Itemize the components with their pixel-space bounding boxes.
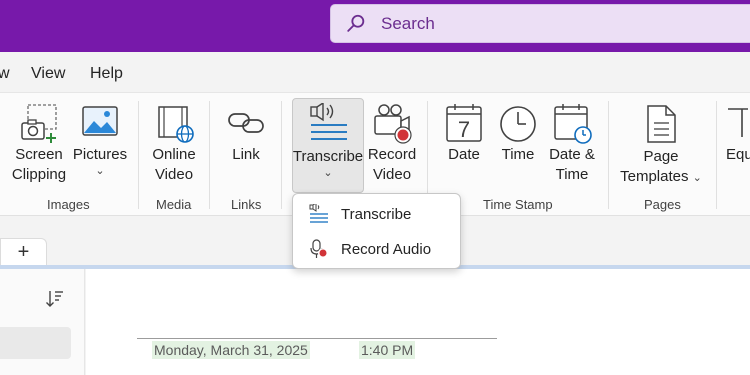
transcribe-label: Transcribe xyxy=(292,148,364,165)
clock-icon xyxy=(497,103,539,145)
screen-clipping-label-2: Clipping xyxy=(11,166,67,183)
screen-clipping-button[interactable]: Screen Clipping xyxy=(9,103,69,185)
chevron-down-icon: ⌄ xyxy=(692,172,702,184)
title-bar: Search xyxy=(0,0,750,52)
time-button[interactable]: Time xyxy=(496,103,540,165)
date-and-time-button[interactable]: Date & Time xyxy=(546,103,598,185)
group-label-links: Links xyxy=(231,197,262,212)
page-list-item-selected[interactable] xyxy=(0,327,71,359)
pictures-icon xyxy=(79,103,121,145)
online-video-button[interactable]: Online Video xyxy=(146,103,202,185)
record-video-button[interactable]: Record Video xyxy=(366,103,418,185)
page-templates-label-1: Page xyxy=(643,148,679,165)
add-icon: + xyxy=(17,241,30,263)
date-and-time-label-1: Date & xyxy=(549,146,595,163)
search-box[interactable]: Search xyxy=(330,4,750,43)
page-templates-button[interactable]: Page Templates ⌄ xyxy=(618,103,704,187)
page-templates-label-2: Templates ⌄ xyxy=(620,167,702,187)
group-label-images: Images xyxy=(47,197,90,212)
online-video-label-1: Online xyxy=(152,146,196,163)
page-template-icon xyxy=(640,103,682,145)
screen-clipping-label-1: Screen xyxy=(15,146,63,163)
chevron-down-icon: ⌄ xyxy=(95,165,105,177)
search-icon xyxy=(347,14,365,32)
menu-draw[interactable]: w xyxy=(0,65,10,83)
transcribe-icon xyxy=(309,204,328,223)
link-label: Link xyxy=(232,146,260,163)
link-icon xyxy=(225,103,267,145)
page-time: 1:40 PM xyxy=(359,341,416,359)
screen-clipping-icon xyxy=(18,103,60,145)
pictures-label: Pictures xyxy=(72,146,128,163)
record-video-icon xyxy=(371,103,413,145)
calendar-day-number: 7 xyxy=(458,117,470,142)
transcribe-button[interactable]: Transcribe ⌄ xyxy=(292,103,364,179)
menu-item-record-audio[interactable]: Record Audio xyxy=(293,232,460,266)
record-video-label-1: Record xyxy=(367,146,417,163)
menu-bar: w View Help xyxy=(0,52,750,96)
time-label: Time xyxy=(501,146,535,163)
divider xyxy=(608,101,609,209)
calendar-icon: 7 xyxy=(443,103,485,145)
group-label-time-stamp: Time Stamp xyxy=(483,197,553,212)
group-label-media: Media xyxy=(156,197,192,212)
chevron-down-icon: ⌄ xyxy=(323,167,333,179)
divider xyxy=(716,101,717,209)
date-and-time-label-2: Time xyxy=(555,166,589,183)
add-section-button[interactable]: + xyxy=(0,238,47,266)
equation-button[interactable]: Equ xyxy=(726,103,750,165)
menu-item-transcribe[interactable]: Transcribe xyxy=(293,197,460,231)
equation-label: Equ xyxy=(726,146,750,163)
page-templates-label-text: Templates xyxy=(620,168,689,185)
group-label-pages: Pages xyxy=(644,197,681,212)
date-button[interactable]: 7 Date xyxy=(442,103,486,165)
transcribe-dropdown-menu: Transcribe Record Audio xyxy=(292,193,461,269)
menu-help[interactable]: Help xyxy=(90,65,123,83)
page-date: Monday, March 31, 2025 xyxy=(152,341,310,359)
divider xyxy=(281,101,282,209)
menu-view[interactable]: View xyxy=(31,65,65,83)
online-video-label-2: Video xyxy=(154,166,194,183)
calendar-clock-icon xyxy=(551,103,593,145)
microphone-record-icon xyxy=(310,239,328,258)
page-canvas[interactable] xyxy=(86,269,750,375)
date-label: Date xyxy=(448,146,480,163)
menu-item-record-audio-label: Record Audio xyxy=(341,240,432,258)
equation-icon xyxy=(726,103,750,145)
online-video-icon xyxy=(153,103,195,145)
record-video-label-2: Video xyxy=(372,166,412,183)
search-label: Search xyxy=(381,13,435,33)
page-title-underline xyxy=(137,338,497,339)
transcribe-icon xyxy=(307,103,349,145)
menu-item-transcribe-label: Transcribe xyxy=(341,205,412,223)
divider xyxy=(209,101,210,209)
page-list-pane xyxy=(0,269,85,375)
divider xyxy=(138,101,139,209)
sort-icon[interactable] xyxy=(45,289,65,309)
link-button[interactable]: Link xyxy=(224,103,268,165)
pictures-button[interactable]: Pictures ⌄ xyxy=(71,103,129,177)
